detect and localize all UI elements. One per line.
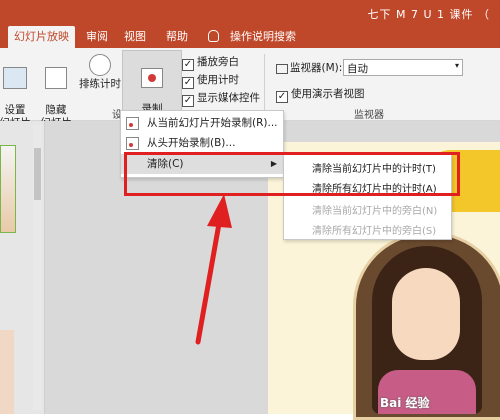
show-media-controls-checkbox[interactable]: ✓ 显示媒体控件: [182, 90, 260, 107]
play-narrations-checkbox[interactable]: ✓ 播放旁白: [182, 54, 239, 71]
rehearse-timings-button[interactable]: 排练计时: [78, 54, 122, 91]
tell-me-search[interactable]: 操作说明搜索: [224, 26, 302, 48]
record-icon: [126, 137, 139, 150]
setup-slideshow-icon: [3, 67, 27, 89]
monitor-select[interactable]: 自动 ▾: [343, 59, 463, 76]
annotation-arrow: [195, 194, 232, 345]
record-icon: [126, 117, 139, 130]
monitor-label: 监视器(M):: [290, 62, 343, 74]
tab-review[interactable]: 审阅: [80, 26, 114, 48]
record-slideshow-button[interactable]: 录制 幻灯片演示 ▾: [122, 50, 182, 140]
hide-slide-icon: [45, 67, 67, 89]
annotation-highlight-box: [124, 152, 460, 196]
group-label-monitors: 监视器: [354, 110, 384, 121]
tab-help[interactable]: 帮助: [160, 26, 194, 48]
record-from-current-item[interactable]: 从当前幻灯片开始录制(R)...: [121, 113, 283, 133]
window-title: 七下 M 7 U 1 课件 （: [367, 8, 490, 21]
portrait-face: [392, 268, 460, 360]
record-icon: [141, 68, 163, 88]
chevron-down-icon: ▾: [454, 61, 459, 70]
use-timings-checkbox[interactable]: ✓ 使用计时: [182, 72, 239, 89]
scrollbar-thumb[interactable]: [34, 148, 41, 200]
record-from-beginning-item[interactable]: 从头开始录制(B)...: [121, 133, 283, 153]
ribbon-tabs: 幻灯片放映 审阅 视图 帮助 操作说明搜索: [0, 26, 500, 48]
clear-narration-current-item: 清除当前幻灯片中的旁白(N): [312, 206, 438, 217]
slide-thumbnail[interactable]: [0, 330, 14, 414]
slide-thumbnail[interactable]: [0, 145, 16, 233]
tab-slideshow[interactable]: 幻灯片放映: [8, 26, 75, 48]
watermark-logo: Bai 经验: [380, 396, 430, 410]
monitor-icon: [276, 64, 288, 74]
clear-narration-all-item: 清除所有幻灯片中的旁白(S): [312, 226, 437, 237]
presenter-view-checkbox[interactable]: ✓ 使用演示者视图: [276, 86, 365, 103]
stopwatch-icon: [89, 54, 111, 76]
hide-slide-button[interactable]: 隐藏 幻灯片: [36, 54, 76, 130]
tab-view[interactable]: 视图: [118, 26, 152, 48]
lightbulb-icon: [208, 30, 219, 42]
